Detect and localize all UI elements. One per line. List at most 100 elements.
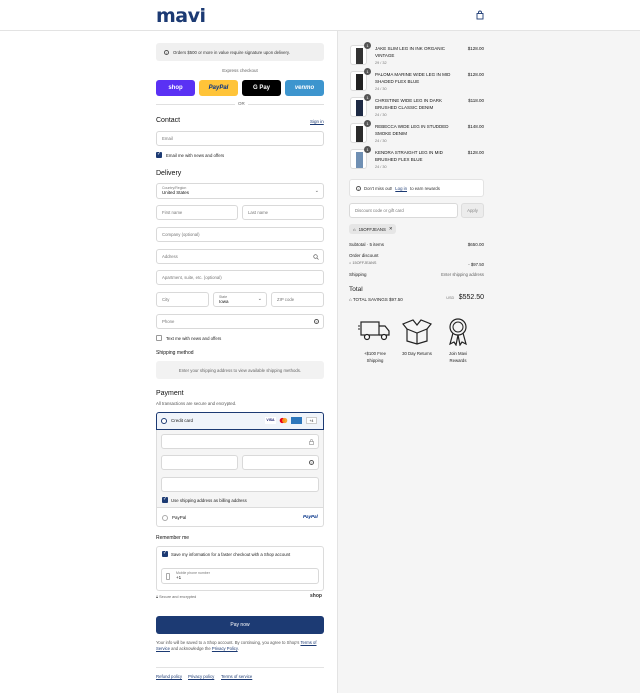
savings-value: $97.50 (389, 297, 403, 302)
signature-notice: i Orders $500 or more in value require s… (156, 43, 324, 61)
apply-button[interactable]: Apply (461, 203, 484, 218)
rewards-banner: i Don't miss out! Log in to earn rewards (349, 179, 484, 197)
info-icon: i (356, 185, 361, 191)
paypal-radio[interactable] (162, 515, 168, 521)
item-price: $128.00 (467, 46, 484, 51)
quantity-badge: 1 (364, 120, 371, 127)
zip-input[interactable]: ZIP code (271, 292, 324, 307)
award-ribbon-icon (449, 318, 467, 346)
item-price: $148.00 (467, 124, 484, 129)
credit-card-radio[interactable] (161, 418, 167, 424)
footer-divider (156, 667, 324, 668)
tag-icon: ⌂ (349, 297, 352, 302)
item-price: $128.00 (467, 150, 484, 155)
subtotal-value: $650.00 (467, 242, 484, 247)
email-input[interactable]: Email (156, 131, 324, 146)
shipping-label: Shipping (349, 272, 367, 277)
remember-heading: Remember me (156, 535, 190, 541)
last-name-input[interactable]: Last name (242, 205, 324, 220)
order-discount-label: Order discount (349, 253, 379, 258)
mobile-phone-input[interactable]: Mobile phone number +1 (161, 568, 319, 584)
privacy-link[interactable]: Privacy Policy (212, 646, 238, 651)
discount-tag: ⌂ 15OFFJEANS ✕ (349, 224, 397, 234)
privacy-policy-link[interactable]: Privacy policy (188, 674, 214, 679)
shipping-method-heading: Shipping method (156, 350, 194, 356)
sign-in-link[interactable]: Sign in (310, 119, 324, 124)
venmo-button[interactable]: venmo (285, 80, 324, 96)
help-icon[interactable]: ? (314, 319, 319, 324)
name-on-card-input[interactable] (161, 477, 319, 492)
credit-card-option[interactable]: Credit card VISA +4 (156, 412, 324, 430)
help-icon[interactable]: ? (309, 460, 314, 465)
close-icon[interactable]: ✕ (389, 226, 393, 232)
shop-pay-button[interactable]: shop (156, 80, 195, 96)
chevron-down-icon: ⌄ (257, 296, 262, 302)
total-value: $552.50 (458, 294, 484, 301)
phone-placeholder: Phone (162, 319, 175, 324)
security-code-input[interactable]: ? (242, 455, 319, 470)
amex-icon (291, 417, 302, 424)
phone-input[interactable]: Phone ? (156, 314, 324, 329)
terms-of-service-link[interactable]: Terms of service (221, 674, 252, 679)
apartment-input[interactable]: Apartment, suite, etc. (optional) (156, 270, 324, 285)
item-variant: 24 / 30 (375, 113, 387, 117)
text-news-checkbox[interactable] (156, 335, 162, 341)
state-select[interactable]: State Iowa ⌄ (213, 292, 267, 307)
first-name-input[interactable]: First name (156, 205, 238, 220)
card-number-input[interactable] (161, 434, 319, 449)
discount-code-input[interactable]: Discount code or gift card (349, 203, 458, 218)
secure-text: Secure and encrypted (159, 595, 197, 599)
item-name: CHRISTINE WIDE LEG IN DARK BRUSHED CLASS… (375, 98, 443, 110)
rewards-pre: Don't miss out! (364, 185, 393, 191)
login-link[interactable]: Log in (395, 186, 407, 191)
total-savings-row: ⌂ TOTAL SAVINGS $97.50 (349, 297, 403, 302)
email-news-checkbox[interactable] (156, 151, 162, 158)
total-label: Total (349, 286, 363, 293)
pay-now-button[interactable]: Pay now (156, 616, 324, 634)
discount-code-row: ⌂ 15OFFJEANS (349, 261, 376, 265)
delivery-heading: Delivery (156, 170, 182, 177)
rewards-post: to earn rewards (410, 185, 440, 191)
more-cards-badge: +4 (306, 417, 317, 424)
total-row: USD $552.50 (404, 286, 484, 304)
notice-text: Orders $500 or more in value require sig… (173, 49, 290, 55)
or-label: OR (235, 101, 248, 106)
refund-policy-link[interactable]: Refund policy (156, 674, 182, 679)
mavi-logo[interactable]: mavi (156, 5, 206, 27)
address-input[interactable]: Address (156, 249, 324, 264)
returns-label: 30 Day Returns (402, 351, 432, 356)
paypal-option[interactable]: PayPal PayPal (156, 508, 324, 527)
expiration-input[interactable] (161, 455, 238, 470)
payment-heading: Payment (156, 390, 184, 397)
shopping-bag-icon[interactable] (475, 10, 485, 20)
save-info-checkbox[interactable] (162, 550, 168, 557)
shop-logo: shop (310, 593, 322, 599)
country-select[interactable]: Country/Region United States ⌄ (156, 183, 324, 199)
quantity-badge: 1 (364, 68, 371, 75)
mastercard-icon (279, 417, 288, 424)
company-input[interactable]: Company (optional) (156, 227, 324, 242)
header: mavi (0, 0, 640, 31)
legal-text-1: Your info will be saved to a Shop accoun… (156, 640, 300, 645)
item-name: REBECCA WIDE LEG IN STUDDED SMOKE DENIM (375, 124, 449, 136)
search-icon (313, 254, 319, 260)
chevron-down-icon: ⌄ (314, 188, 319, 194)
free-shipping-label: +$100 Free Shipping (363, 351, 387, 363)
tag-icon: ⌂ (349, 261, 352, 265)
quantity-badge: 1 (364, 94, 371, 101)
item-variant: 24 / 30 (375, 165, 387, 169)
item-variant: 24 / 30 (375, 87, 387, 91)
currency-label: USD (446, 296, 455, 300)
paypal-button[interactable]: PayPal (199, 80, 238, 96)
legal-text-2: and acknowledge the (171, 646, 211, 651)
city-input[interactable]: City (156, 292, 209, 307)
item-variant: 24 / 30 (375, 139, 387, 143)
discount-tag-label: 15OFFJEANS (358, 226, 386, 232)
billing-address-label: Use shipping address as billing address (171, 498, 247, 503)
delivery-truck-icon (358, 321, 390, 341)
billing-address-checkbox[interactable] (162, 496, 168, 503)
google-pay-button[interactable]: G Pay (242, 80, 281, 96)
discount-code-label: 15OFFJEANS (352, 261, 377, 265)
contact-heading: Contact (156, 117, 181, 124)
credit-card-label: Credit card (171, 418, 194, 423)
